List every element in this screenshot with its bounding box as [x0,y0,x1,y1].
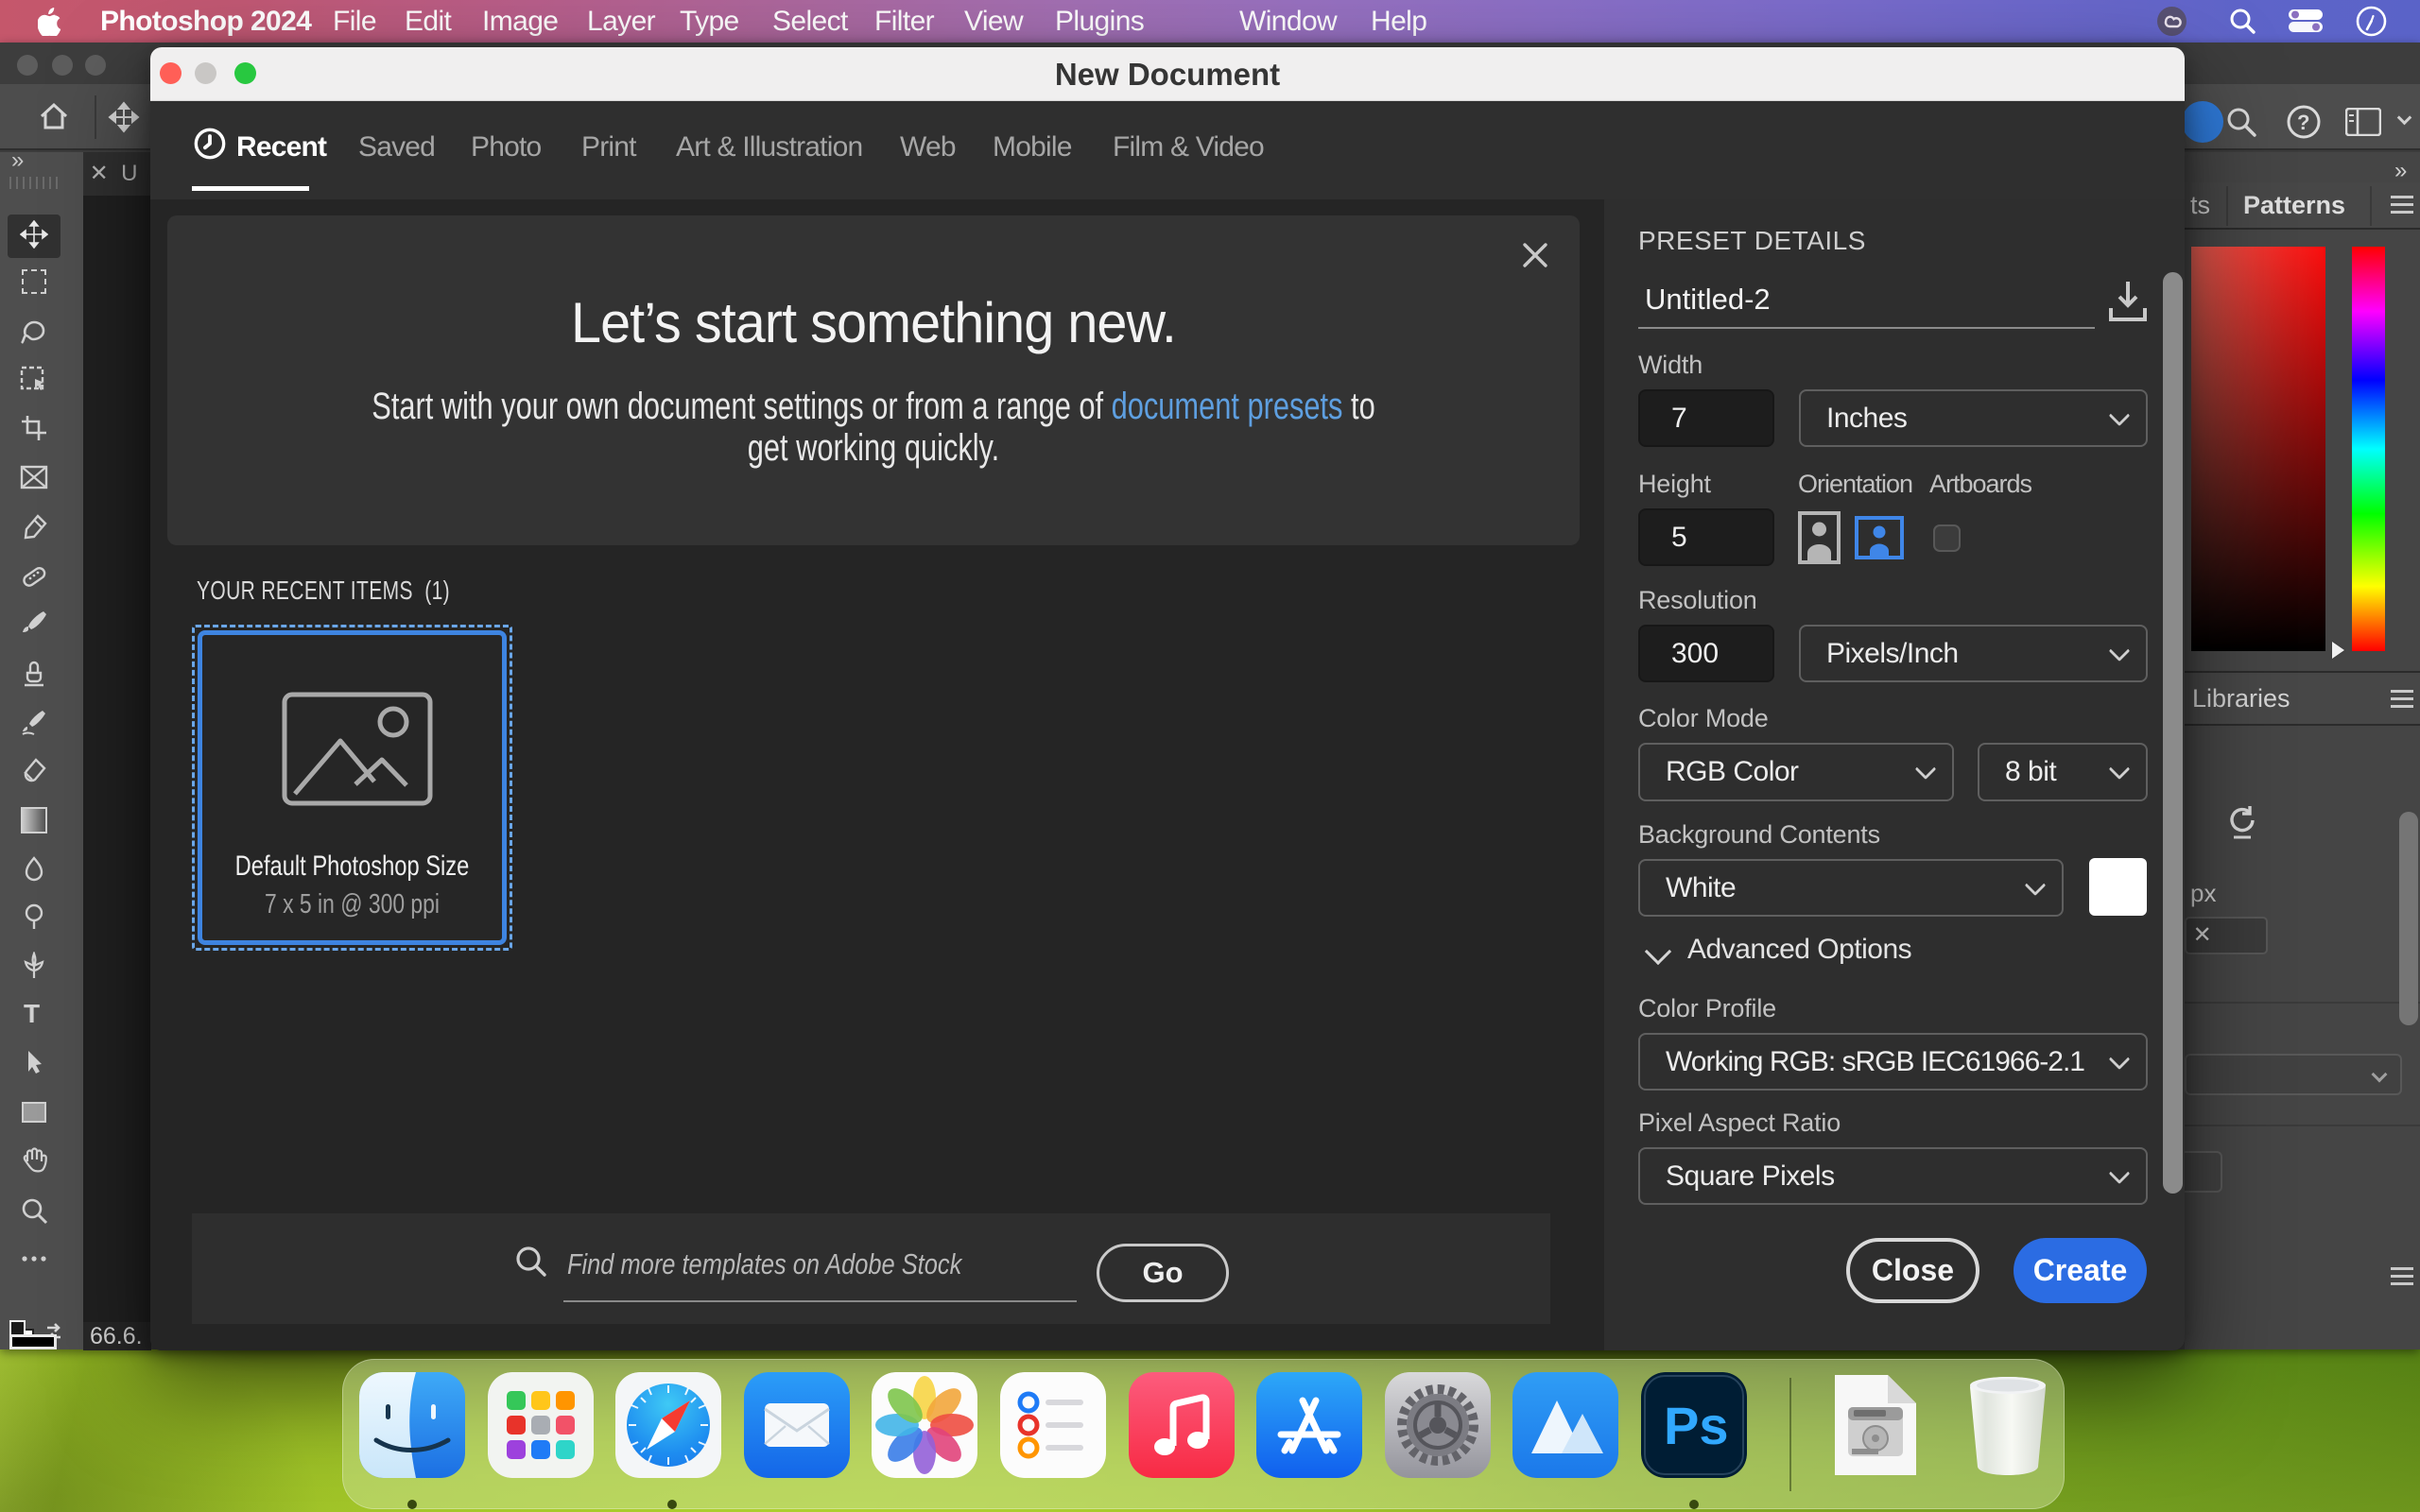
svg-text:T: T [24,1000,40,1028]
svg-text:Ps: Ps [1664,1396,1729,1455]
svg-text:?: ? [2297,111,2309,134]
